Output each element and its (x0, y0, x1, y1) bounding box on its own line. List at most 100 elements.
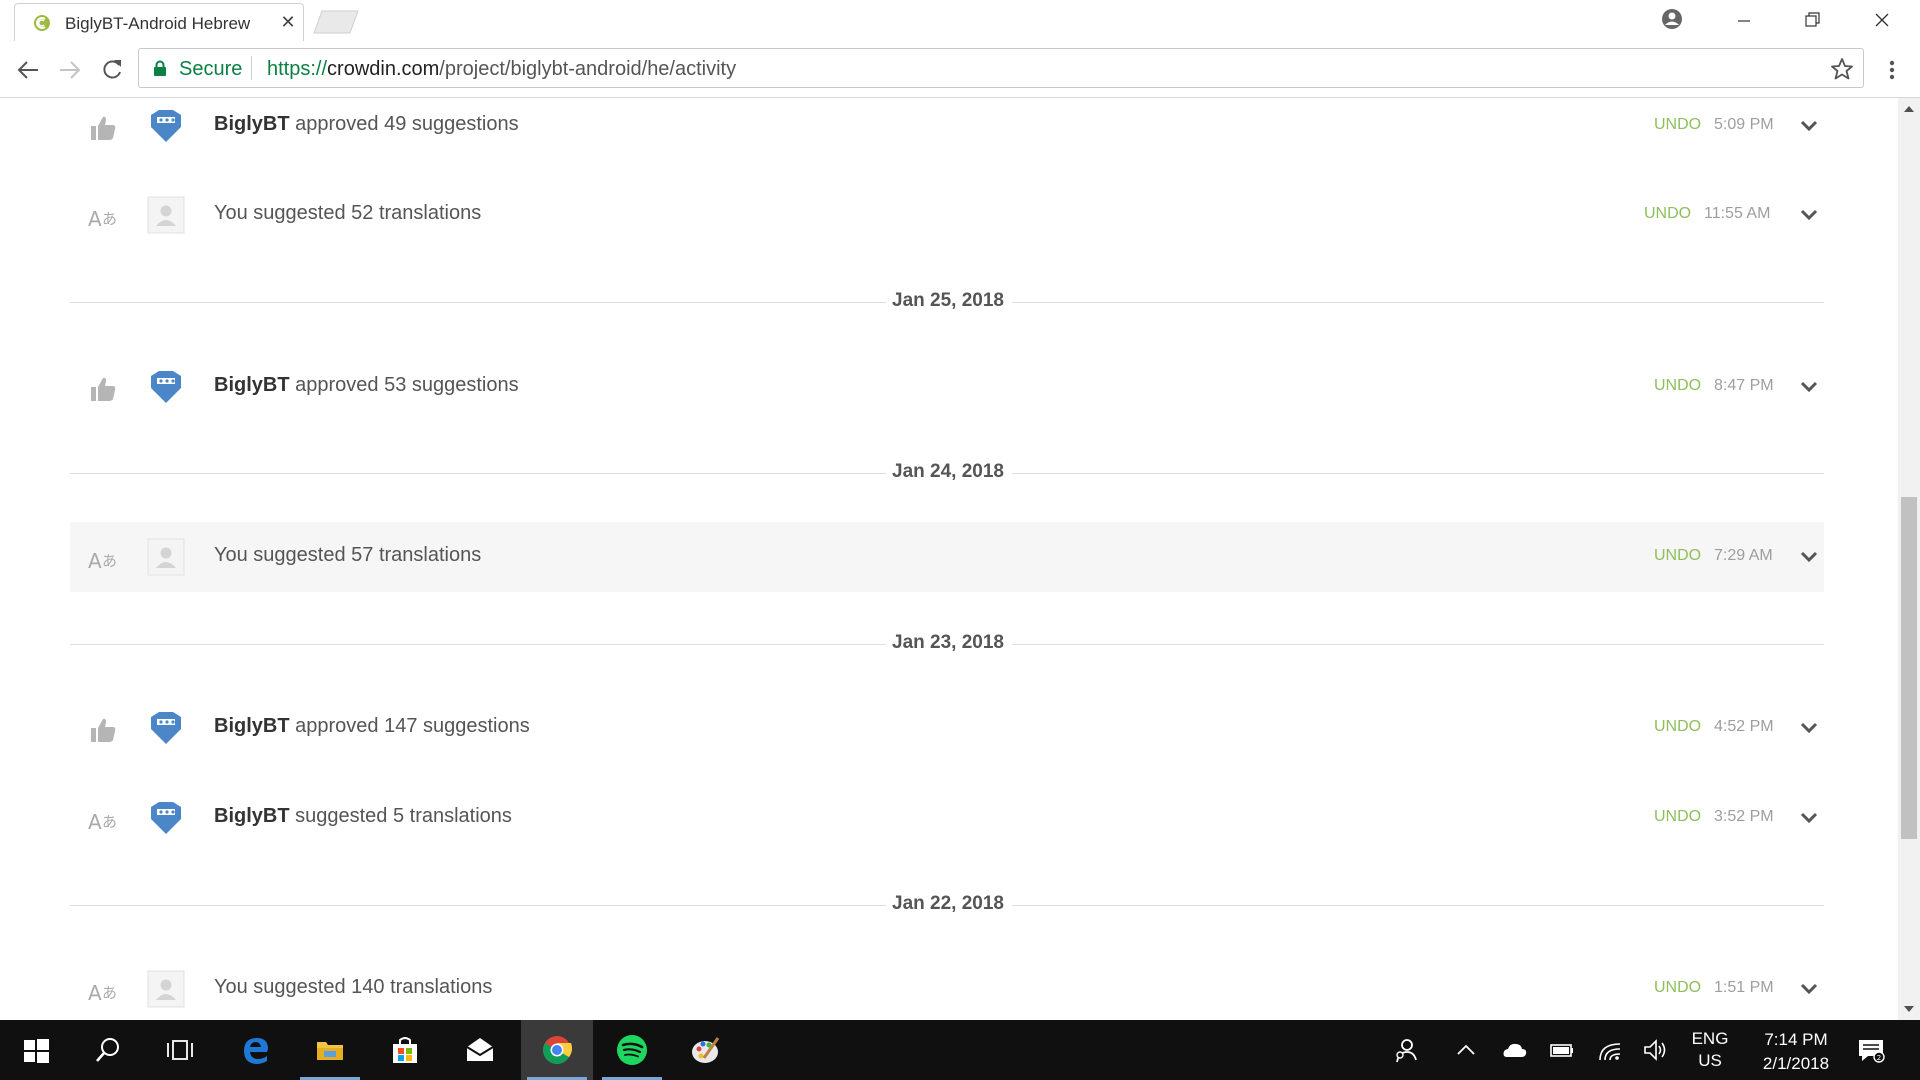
user-avatar-icon (147, 538, 185, 576)
people-icon[interactable] (1392, 1036, 1420, 1064)
chevron-down-icon[interactable] (1798, 717, 1820, 739)
activity-row[interactable]: BiglyBT approved 53 suggestions UNDO 8:4… (70, 352, 1824, 422)
action-center-icon[interactable]: 2 (1856, 1036, 1886, 1064)
row-actions: UNDO 7:29 AM (1654, 544, 1824, 570)
undo-button[interactable]: UNDO (1654, 718, 1701, 736)
activity-actor[interactable]: BiglyBT (214, 113, 290, 135)
row-actions: UNDO 3:52 PM (1654, 805, 1824, 831)
svg-text:あ: あ (102, 984, 117, 1002)
activity-row[interactable]: A あ BiglyBT suggested 5 translations UND… (70, 783, 1824, 853)
row-actions: UNDO 5:09 PM (1654, 113, 1824, 139)
activity-row[interactable]: A あ You suggested 52 translations UNDO 1… (70, 180, 1824, 250)
activity-actor[interactable]: BiglyBT (214, 715, 290, 737)
system-clock[interactable]: 7:14 PM 2/1/2018 (1740, 1028, 1852, 1076)
store-icon (393, 1037, 417, 1063)
chevron-down-icon[interactable] (1798, 807, 1820, 829)
activity-time: 3:52 PM (1714, 808, 1774, 825)
undo-button[interactable]: UNDO (1644, 205, 1691, 223)
back-arrow-icon[interactable] (14, 56, 42, 84)
activity-feed: BiglyBT approved 49 suggestions UNDO 5:0… (0, 98, 1898, 1020)
tab-close-icon[interactable]: ✕ (277, 11, 299, 33)
activity-row[interactable]: BiglyBT approved 147 suggestions UNDO 4:… (70, 693, 1824, 763)
secure-label: Secure (179, 58, 243, 80)
search-button[interactable] (72, 1020, 144, 1080)
bookmark-star-icon[interactable] (1829, 56, 1855, 82)
row-actions: UNDO 4:52 PM (1654, 715, 1824, 741)
translate-icon: A あ (88, 549, 117, 573)
activity-row[interactable]: A あ You suggested 57 translations UNDO 7… (70, 522, 1824, 592)
url-text[interactable]: https://crowdin.com/project/biglybt-andr… (267, 58, 736, 81)
tab-title: BiglyBT-Android Hebrew (65, 14, 251, 33)
chevron-down-icon[interactable] (1798, 115, 1820, 137)
activity-text: BiglyBT approved 53 suggestions (214, 374, 519, 397)
separator-line (70, 905, 886, 906)
chrome-button[interactable] (521, 1020, 593, 1080)
activity-row[interactable]: BiglyBT approved 49 suggestions UNDO 5:0… (70, 98, 1824, 161)
battery-icon[interactable] (1548, 1036, 1576, 1064)
undo-button[interactable]: UNDO (1654, 808, 1701, 826)
date-separator: Jan 23, 2018 (70, 629, 1824, 659)
chevron-down-icon[interactable] (1798, 546, 1820, 568)
activity-text: You suggested 140 translations (214, 976, 493, 998)
chevron-down-icon[interactable] (1798, 978, 1820, 1000)
account-icon[interactable] (1652, 6, 1692, 36)
svg-text:A: A (88, 981, 102, 1005)
activity-time: 1:51 PM (1714, 979, 1774, 996)
windows-taskbar: ENG US 7:14 PM 2/1/2018 2 (0, 1020, 1920, 1080)
chevron-up-icon[interactable] (1452, 1036, 1480, 1064)
svg-text:あ: あ (102, 552, 117, 570)
forward-arrow-icon[interactable] (56, 56, 84, 84)
undo-button[interactable]: UNDO (1654, 116, 1701, 134)
activity-text: BiglyBT approved 147 suggestions (214, 715, 530, 738)
activity-description: approved 53 suggestions (289, 374, 519, 396)
browser-tab[interactable]: BiglyBT-Android Hebrew ✕ (14, 3, 304, 41)
file-explorer-button[interactable] (294, 1020, 366, 1080)
close-window-icon[interactable] (1862, 6, 1902, 36)
separator-line (70, 644, 886, 645)
new-tab-button[interactable] (312, 9, 360, 35)
restore-icon[interactable] (1792, 6, 1832, 36)
minimize-icon[interactable] (1724, 6, 1764, 36)
omnibox-divider (251, 56, 252, 80)
store-button[interactable] (369, 1020, 441, 1080)
scroll-down-arrow-icon[interactable] (1903, 1004, 1915, 1014)
vertical-scrollbar[interactable] (1898, 98, 1920, 1020)
reload-icon[interactable] (98, 56, 126, 84)
undo-button[interactable]: UNDO (1654, 547, 1701, 565)
chevron-down-icon[interactable] (1798, 376, 1820, 398)
scrollbar-thumb[interactable] (1901, 497, 1917, 839)
biglybt-avatar-icon (151, 110, 181, 142)
spotify-button[interactable] (596, 1020, 668, 1080)
activity-text: BiglyBT approved 49 suggestions (214, 113, 519, 136)
activity-actor[interactable]: BiglyBT (214, 374, 290, 396)
browser-menu-icon[interactable] (1882, 55, 1902, 85)
activity-text: BiglyBT suggested 5 translations (214, 805, 512, 828)
row-actions: UNDO 1:51 PM (1654, 976, 1824, 1002)
url-path: /project/biglybt-android/he/activity (439, 58, 737, 80)
date-label: Jan 24, 2018 (892, 461, 1004, 482)
edge-button[interactable] (220, 1020, 292, 1080)
row-actions: UNDO 11:55 AM (1644, 202, 1824, 228)
task-view-icon (167, 1040, 193, 1060)
scroll-up-arrow-icon[interactable] (1903, 104, 1915, 114)
onedrive-cloud-icon[interactable] (1500, 1036, 1528, 1064)
undo-button[interactable]: UNDO (1654, 377, 1701, 395)
address-bar[interactable]: Secure https://crowdin.com/project/bigly… (138, 48, 1864, 88)
user-avatar-icon (147, 970, 185, 1008)
activity-actor[interactable]: BiglyBT (214, 805, 290, 827)
tab-strip: BiglyBT-Android Hebrew ✕ (0, 0, 1920, 41)
input-language[interactable]: ENG US (1688, 1028, 1732, 1072)
language-code: ENG (1691, 1029, 1729, 1048)
start-button[interactable] (0, 1020, 72, 1080)
task-view-button[interactable] (144, 1020, 216, 1080)
undo-button[interactable]: UNDO (1654, 979, 1701, 997)
chevron-down-icon[interactable] (1798, 204, 1820, 226)
svg-text:あ: あ (102, 813, 117, 831)
svg-text:A: A (88, 207, 102, 231)
wifi-icon[interactable] (1596, 1036, 1624, 1064)
mail-button[interactable] (444, 1020, 516, 1080)
activity-description: approved 49 suggestions (289, 113, 519, 135)
paint-button[interactable] (670, 1020, 742, 1080)
activity-row[interactable]: A あ You suggested 140 translations UNDO … (70, 954, 1824, 1020)
volume-icon[interactable] (1642, 1036, 1670, 1064)
